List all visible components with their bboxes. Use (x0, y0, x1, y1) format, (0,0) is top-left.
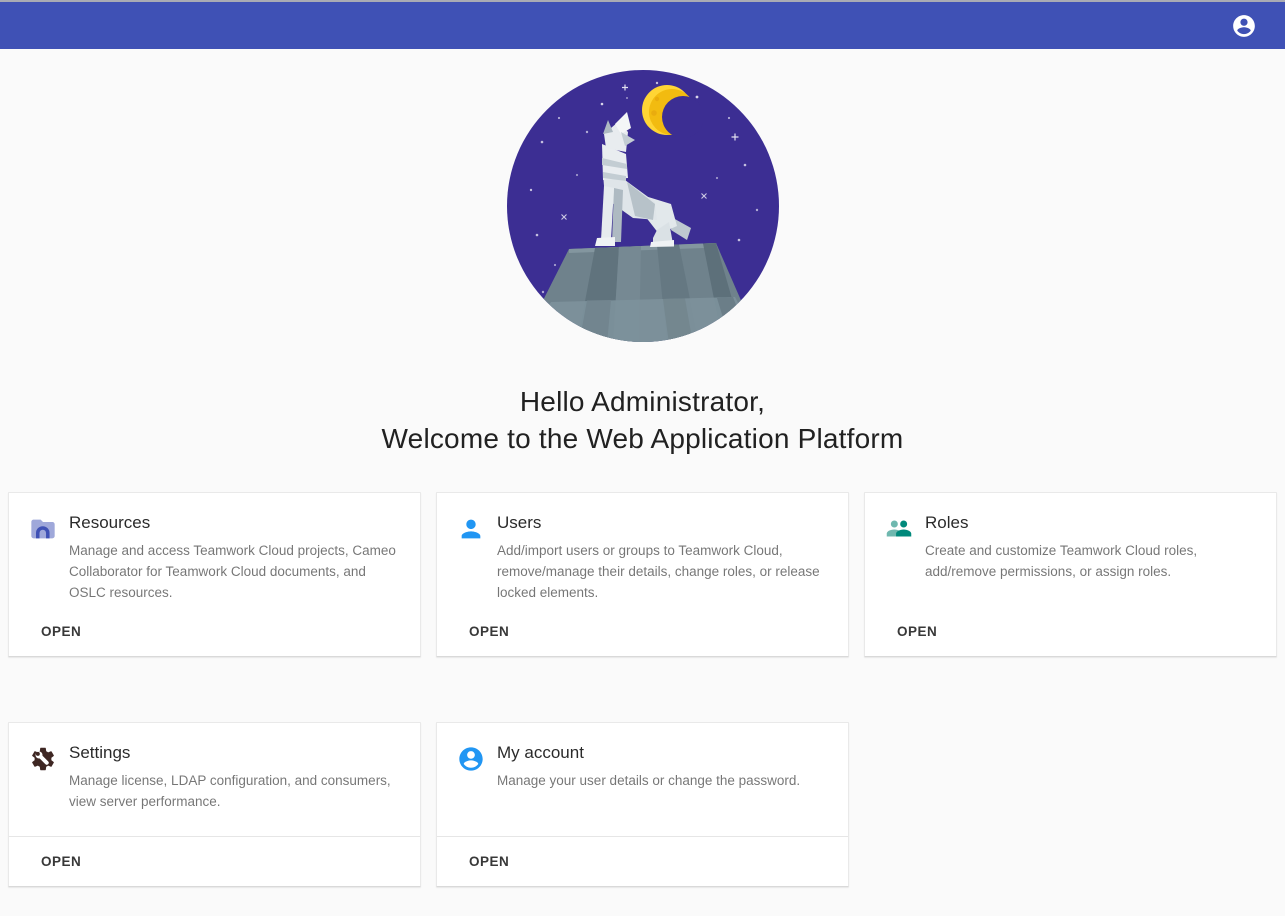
card-content: Resources Manage and access Teamwork Clo… (9, 493, 420, 603)
card-users: Users Add/import users or groups to Team… (436, 492, 849, 657)
account-menu-button[interactable] (1231, 13, 1257, 39)
folder-icon (29, 515, 57, 603)
card-title: Resources (69, 513, 406, 533)
open-roles-button[interactable]: OPEN (897, 618, 945, 645)
web-application-platform-home: Hello Administrator, Welcome to the Web … (0, 0, 1285, 916)
card-actions: OPEN (865, 606, 1276, 656)
gear-wrench-icon (29, 745, 57, 812)
open-resources-button[interactable]: OPEN (41, 618, 89, 645)
feature-cards-grid: Resources Manage and access Teamwork Clo… (8, 492, 1277, 887)
card-content: Settings Manage license, LDAP configurat… (9, 723, 420, 812)
open-my-account-button[interactable]: OPEN (469, 848, 517, 875)
welcome-heading: Hello Administrator, Welcome to the Web … (0, 383, 1285, 457)
open-users-button[interactable]: OPEN (469, 618, 517, 645)
greeting-line-1: Hello Administrator, (0, 383, 1285, 420)
welcome-section: Hello Administrator, Welcome to the Web … (0, 70, 1285, 457)
card-roles: Roles Create and customize Teamwork Clou… (864, 492, 1277, 657)
card-title: My account (497, 743, 800, 763)
card-actions: OPEN (437, 606, 848, 656)
card-description: Manage your user details or change the p… (497, 770, 800, 791)
card-description: Manage and access Teamwork Cloud project… (69, 540, 406, 603)
card-resources: Resources Manage and access Teamwork Clo… (8, 492, 421, 657)
card-text: Resources Manage and access Teamwork Clo… (69, 513, 406, 603)
card-text: My account Manage your user details or c… (497, 743, 800, 791)
card-title: Settings (69, 743, 406, 763)
card-my-account: My account Manage your user details or c… (436, 722, 849, 887)
card-text: Roles Create and customize Teamwork Clou… (925, 513, 1262, 582)
card-title: Users (497, 513, 834, 533)
card-description: Create and customize Teamwork Cloud role… (925, 540, 1262, 582)
card-actions: OPEN (9, 606, 420, 656)
card-settings: Settings Manage license, LDAP configurat… (8, 722, 421, 887)
people-icon (885, 515, 913, 582)
greeting-line-2: Welcome to the Web Application Platform (0, 420, 1285, 457)
account-circle-icon (457, 745, 485, 791)
card-content: My account Manage your user details or c… (437, 723, 848, 791)
card-content: Roles Create and customize Teamwork Clou… (865, 493, 1276, 582)
account-circle-icon (1231, 13, 1257, 39)
card-description: Add/import users or groups to Teamwork C… (497, 540, 834, 603)
card-title: Roles (925, 513, 1262, 533)
app-bar (0, 2, 1285, 49)
wolf-howling-at-moon-illustration (507, 70, 779, 342)
person-icon (457, 515, 485, 603)
card-actions: OPEN (9, 836, 420, 886)
card-text: Settings Manage license, LDAP configurat… (69, 743, 406, 812)
card-description: Manage license, LDAP configuration, and … (69, 770, 406, 812)
card-actions: OPEN (437, 836, 848, 886)
card-content: Users Add/import users or groups to Team… (437, 493, 848, 603)
open-settings-button[interactable]: OPEN (41, 848, 89, 875)
card-text: Users Add/import users or groups to Team… (497, 513, 834, 603)
